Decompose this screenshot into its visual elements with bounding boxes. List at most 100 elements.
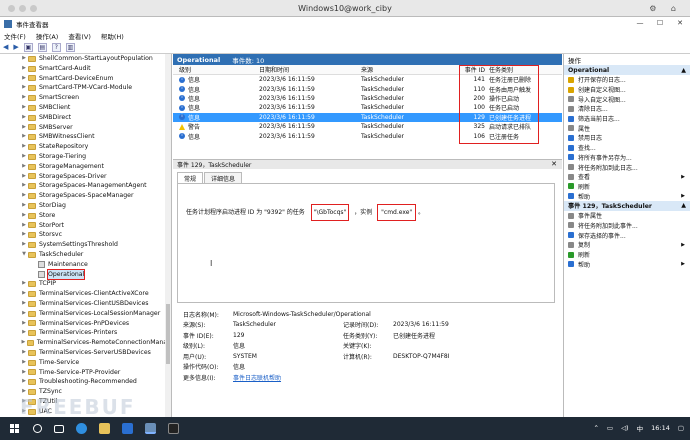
minimize-button[interactable]: — bbox=[630, 17, 650, 30]
forward-arrow-icon[interactable]: ▶ bbox=[13, 43, 18, 51]
chevron-right-icon[interactable]: ▶ bbox=[20, 211, 28, 221]
clock[interactable]: 16:14 bbox=[651, 424, 670, 432]
tree-item[interactable]: ▶ SMBDirect bbox=[0, 113, 171, 123]
event-row[interactable]: i 信息 2023/3/6 16:11:59 TaskScheduler 200 操作已启… bbox=[173, 94, 562, 103]
terminal-icon[interactable] bbox=[168, 423, 179, 434]
chevron-right-icon[interactable]: ▶ bbox=[20, 201, 28, 211]
file-explorer-icon[interactable] bbox=[99, 423, 110, 434]
chevron-right-icon[interactable]: ▶ bbox=[20, 152, 28, 162]
tree-item[interactable]: ▶ StateRepository bbox=[0, 142, 171, 152]
event-viewer-taskbar-icon[interactable] bbox=[145, 423, 156, 434]
tree-item[interactable]: ▶ Troubleshooting-Recommended bbox=[0, 377, 171, 387]
tree-item[interactable]: ▶ StorPort bbox=[0, 221, 171, 231]
action-item[interactable]: 帮助 ▶ bbox=[564, 191, 690, 201]
chevron-right-icon[interactable]: ▶ bbox=[20, 230, 28, 240]
tree-item[interactable]: ▶ SMBClient bbox=[0, 103, 171, 113]
tree-item[interactable]: ▼ TaskScheduler bbox=[0, 250, 171, 260]
collapse-icon[interactable]: ▲ bbox=[681, 202, 686, 209]
chevron-right-icon[interactable]: ▶ bbox=[20, 74, 28, 84]
menu-view[interactable]: 查看(V) bbox=[68, 31, 91, 41]
tree-item[interactable]: ▶ TerminalServices-RemoteConnectionManag bbox=[0, 338, 171, 348]
action-item[interactable]: 刷新 bbox=[564, 250, 690, 260]
tree-scrollbar[interactable] bbox=[165, 54, 171, 417]
chevron-right-icon[interactable]: ▶ bbox=[20, 319, 28, 329]
search-icon[interactable] bbox=[33, 424, 42, 433]
column-date[interactable]: 日期和时间 bbox=[259, 65, 361, 74]
vm-toolbar-icons[interactable]: ⚙ ⌂ bbox=[649, 4, 682, 13]
volume-icon[interactable]: ◁) bbox=[621, 424, 629, 432]
close-detail-icon[interactable]: ✕ bbox=[551, 160, 557, 168]
tree-item[interactable]: ▶ TerminalServices-ServerUSBDevices bbox=[0, 348, 171, 358]
event-row[interactable]: i 信息 2023/3/6 16:11:59 TaskScheduler 100 任务已启… bbox=[173, 103, 562, 112]
tree-item[interactable]: ▶ ShellCommon-StartLayoutPopulation bbox=[0, 54, 171, 64]
action-item[interactable]: 保存选择的事件... bbox=[564, 230, 690, 240]
chevron-right-icon[interactable]: ▶ bbox=[20, 54, 28, 64]
event-row[interactable]: i 信息 2023/3/6 16:11:59 TaskScheduler 106 已注册任… bbox=[173, 131, 562, 141]
chevron-right-icon[interactable]: ▶ bbox=[20, 113, 28, 123]
chevron-right-icon[interactable]: ▶ bbox=[20, 162, 28, 172]
edge-browser-icon[interactable] bbox=[76, 423, 87, 434]
action-item[interactable]: 导入自定义视图... bbox=[564, 94, 690, 104]
chevron-right-icon[interactable]: ▶ bbox=[20, 93, 28, 103]
maximize-button[interactable]: ☐ bbox=[650, 17, 670, 30]
action-item[interactable]: 创建自定义视图... bbox=[564, 85, 690, 95]
chevron-right-icon[interactable]: ▶ bbox=[20, 289, 28, 299]
chevron-right-icon[interactable]: ▶ bbox=[20, 221, 28, 231]
tree-item[interactable]: ▶ TCPIP bbox=[0, 279, 171, 289]
action-item[interactable]: 清除日志... bbox=[564, 104, 690, 114]
notification-icon[interactable]: ▢ bbox=[678, 424, 684, 432]
chevron-right-icon[interactable]: ▶ bbox=[20, 328, 28, 338]
chevron-right-icon[interactable]: ▶ bbox=[20, 348, 28, 358]
menu-help[interactable]: 帮助(H) bbox=[101, 31, 124, 41]
action-item[interactable]: 事件属性 bbox=[564, 211, 690, 221]
tree-item[interactable]: ▶ Storage-Tiering bbox=[0, 152, 171, 162]
tree-item[interactable]: ▶ SMBServer bbox=[0, 123, 171, 133]
close-button[interactable]: ✕ bbox=[670, 17, 690, 30]
chevron-right-icon[interactable]: ▶ bbox=[20, 309, 28, 319]
menu-action[interactable]: 操作(A) bbox=[36, 31, 59, 41]
tree-item[interactable]: ▶ StorageManagement bbox=[0, 162, 171, 172]
tree-item[interactable]: ▶ StorageSpaces-SpaceManager bbox=[0, 191, 171, 201]
event-row[interactable]: i 信息 2023/3/6 16:11:59 TaskScheduler 129 已创建任… bbox=[173, 112, 562, 122]
chevron-right-icon[interactable]: ▶ bbox=[20, 299, 28, 309]
properties-icon[interactable]: ▥ bbox=[65, 42, 75, 52]
event-row[interactable]: i 信息 2023/3/6 16:11:59 TaskScheduler 110 任务由用… bbox=[173, 84, 562, 94]
chevron-right-icon[interactable]: ▶ bbox=[20, 191, 28, 201]
chevron-right-icon[interactable]: ▶ bbox=[20, 377, 28, 387]
action-item[interactable]: 查找... bbox=[564, 143, 690, 153]
chevron-right-icon[interactable]: ▶ bbox=[20, 103, 28, 113]
chevron-right-icon[interactable]: ▶ bbox=[20, 142, 28, 152]
chevron-right-icon[interactable]: ▶ bbox=[20, 358, 28, 368]
start-icon[interactable] bbox=[10, 424, 19, 433]
tree-item[interactable]: ▶ TerminalServices-PnPDevices bbox=[0, 319, 171, 329]
tree-item[interactable]: ▶ Time-Service-PTP-Provider bbox=[0, 368, 171, 378]
chevron-right-icon[interactable]: ▶ bbox=[20, 123, 28, 133]
tree-item[interactable]: ▶ SystemSettingsThreshold bbox=[0, 240, 171, 250]
up-folder-icon[interactable]: ▣ bbox=[23, 42, 33, 52]
action-item[interactable]: 刷新 bbox=[564, 182, 690, 192]
tree-item[interactable]: ▶ TerminalServices-LocalSessionManager bbox=[0, 309, 171, 319]
action-item[interactable]: 禁用日志 bbox=[564, 133, 690, 143]
chevron-right-icon[interactable]: ▶ bbox=[20, 132, 28, 142]
chevron-right-icon[interactable]: ▶ bbox=[20, 368, 28, 378]
action-item[interactable]: 属性 bbox=[564, 123, 690, 133]
chevron-down-icon[interactable]: ▼ bbox=[20, 250, 28, 260]
task-view-icon[interactable] bbox=[54, 424, 64, 433]
tree-item[interactable]: ▶ Storsvc bbox=[0, 230, 171, 240]
tray-chevron-icon[interactable]: ⌃ bbox=[593, 424, 598, 432]
tree-item[interactable]: ▶ TerminalServices-Printers bbox=[0, 328, 171, 338]
chevron-right-icon[interactable]: ▶ bbox=[20, 279, 28, 289]
tree-item[interactable]: ▶ TerminalServices-ClientActiveXCore bbox=[0, 289, 171, 299]
tree-item[interactable]: ▶ StorageSpaces-ManagementAgent bbox=[0, 181, 171, 191]
column-task-category[interactable]: 任务类别 bbox=[489, 65, 549, 74]
action-item[interactable]: 将任务附加到此日志... bbox=[564, 162, 690, 172]
column-level[interactable]: 级别 bbox=[173, 65, 259, 74]
back-arrow-icon[interactable]: ◀ bbox=[3, 43, 8, 51]
scrollbar-thumb[interactable] bbox=[166, 304, 170, 364]
chevron-right-icon[interactable]: ▶ bbox=[20, 64, 28, 74]
event-row[interactable]: i 信息 2023/3/6 16:11:59 TaskScheduler 141 任务注册… bbox=[173, 75, 562, 84]
action-item[interactable]: 将所有事件另存为... bbox=[564, 153, 690, 163]
event-row[interactable]: 警告 2023/3/6 16:11:59 TaskScheduler 325 启动请求已… bbox=[173, 122, 562, 131]
actions-section-log[interactable]: Operational ▲ bbox=[564, 65, 690, 75]
chevron-right-icon[interactable]: ▶ bbox=[20, 83, 28, 93]
